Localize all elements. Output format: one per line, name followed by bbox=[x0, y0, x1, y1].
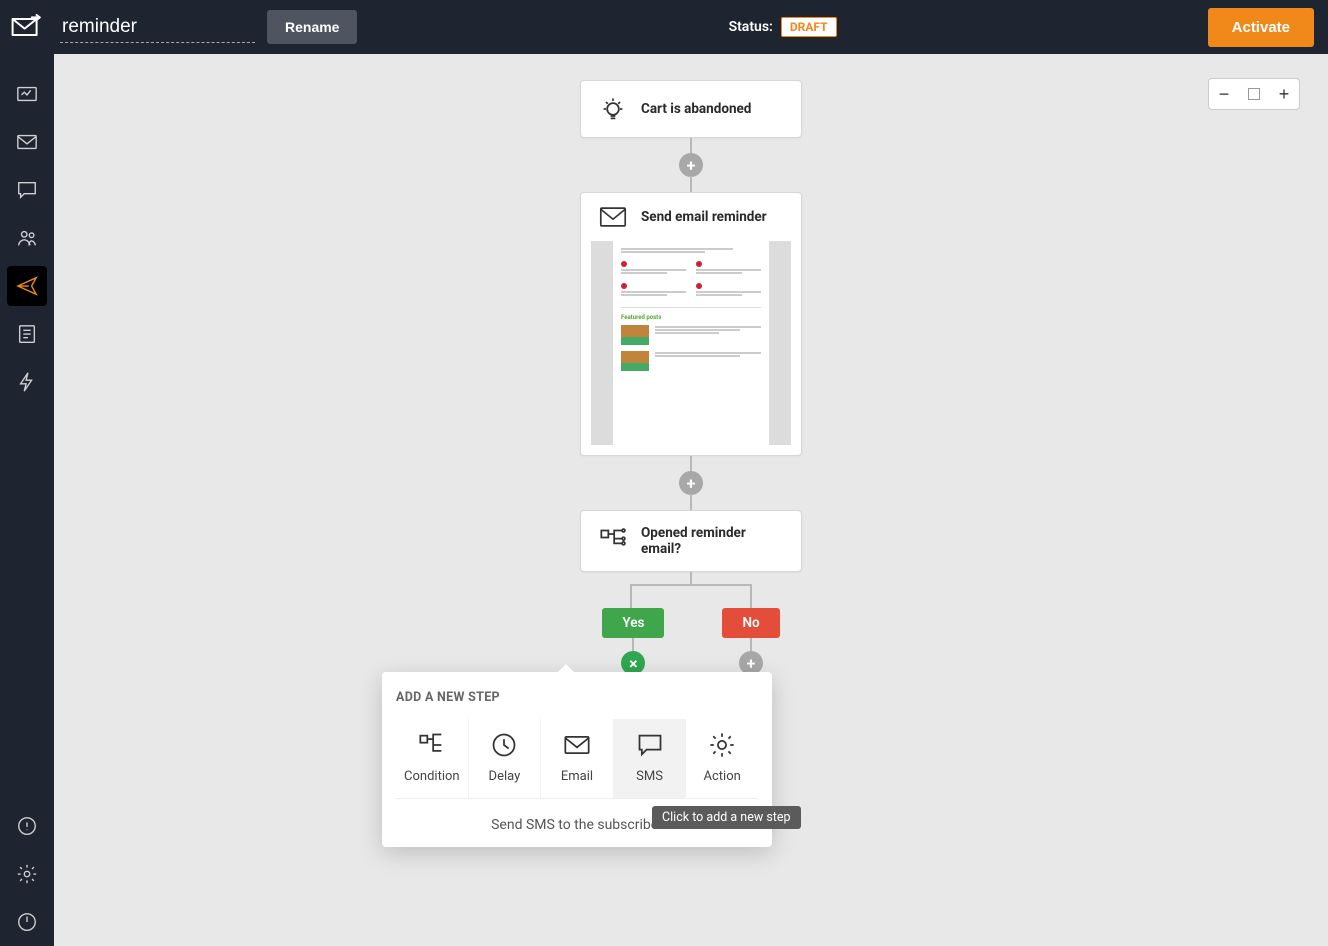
sidebar-item-help[interactable] bbox=[7, 806, 47, 846]
connector-line bbox=[690, 456, 692, 472]
add-step-popover: ADD A NEW STEP Condition Delay Email SMS… bbox=[382, 672, 772, 847]
tooltip: Click to add a new step bbox=[652, 806, 801, 829]
sidebar-item-campaigns[interactable] bbox=[7, 122, 47, 162]
zoom-out-button[interactable]: − bbox=[1209, 79, 1239, 109]
condition-branches: Yes × No + bbox=[602, 608, 779, 674]
yes-branch: Yes × bbox=[602, 608, 664, 674]
email-step-card[interactable]: Send email reminder Featured posts bbox=[580, 192, 802, 456]
step-option-sms[interactable]: SMS bbox=[614, 719, 687, 799]
workflow-flow: Cart is abandoned + Send email reminder bbox=[580, 80, 802, 674]
condition-card[interactable]: Opened reminder email? bbox=[580, 510, 802, 572]
connector-line bbox=[632, 638, 634, 652]
workflow-name-input[interactable] bbox=[60, 12, 255, 43]
step-option-label: SMS bbox=[636, 769, 663, 784]
step-option-label: Action bbox=[704, 769, 741, 784]
step-option-condition[interactable]: Condition bbox=[396, 719, 469, 799]
mail-icon bbox=[563, 731, 591, 759]
trigger-card[interactable]: Cart is abandoned bbox=[580, 80, 802, 138]
step-option-email[interactable]: Email bbox=[541, 719, 614, 799]
email-preview-thumbnail: Featured posts bbox=[591, 241, 791, 445]
no-branch: No + bbox=[722, 608, 779, 674]
step-option-label: Condition bbox=[404, 769, 460, 784]
step-option-label: Delay bbox=[489, 769, 521, 784]
yes-pill[interactable]: Yes bbox=[602, 608, 664, 638]
step-option-action[interactable]: Action bbox=[686, 719, 758, 799]
top-header: Rename Status: DRAFT Activate bbox=[0, 0, 1328, 54]
chat-icon bbox=[636, 731, 664, 759]
condition-icon bbox=[599, 527, 627, 555]
rename-button[interactable]: Rename bbox=[267, 10, 357, 44]
lightbulb-icon bbox=[599, 95, 627, 123]
zoom-controls: − + bbox=[1208, 78, 1300, 110]
trigger-title: Cart is abandoned bbox=[641, 101, 751, 117]
connector-line bbox=[690, 176, 692, 192]
sidebar-item-automations[interactable] bbox=[7, 266, 47, 306]
step-options: Condition Delay Email SMS Action bbox=[396, 719, 758, 799]
sidebar-item-forms[interactable] bbox=[7, 314, 47, 354]
sidebar-item-dashboard[interactable] bbox=[7, 74, 47, 114]
connector-line bbox=[690, 138, 692, 154]
add-step-button[interactable]: + bbox=[679, 471, 703, 495]
sidebar-item-settings[interactable] bbox=[7, 854, 47, 894]
popover-title: ADD A NEW STEP bbox=[396, 690, 758, 705]
step-option-delay[interactable]: Delay bbox=[469, 719, 542, 799]
condition-icon bbox=[418, 731, 446, 759]
zoom-fit-button[interactable] bbox=[1239, 79, 1269, 109]
status-badge: DRAFT bbox=[781, 17, 837, 37]
left-sidebar bbox=[0, 54, 54, 946]
connector-line bbox=[750, 638, 752, 652]
gear-icon bbox=[708, 731, 736, 759]
connector-line bbox=[690, 494, 692, 510]
workflow-canvas[interactable]: − + Cart is abandoned + Send email remin… bbox=[54, 54, 1328, 946]
activate-button[interactable]: Activate bbox=[1208, 8, 1314, 47]
status-label: Status: bbox=[729, 19, 773, 35]
zoom-in-button[interactable]: + bbox=[1269, 79, 1299, 109]
sidebar-item-chat[interactable] bbox=[7, 170, 47, 210]
add-step-button[interactable]: + bbox=[679, 153, 703, 177]
clock-icon bbox=[490, 731, 518, 759]
sidebar-item-integrations[interactable] bbox=[7, 362, 47, 402]
mail-icon bbox=[599, 207, 627, 227]
step-option-label: Email bbox=[561, 769, 593, 784]
sidebar-item-contacts[interactable] bbox=[7, 218, 47, 258]
sidebar-item-logout[interactable] bbox=[7, 902, 47, 942]
status-indicator: Status: DRAFT bbox=[729, 17, 837, 37]
email-step-title: Send email reminder bbox=[641, 209, 767, 225]
no-pill[interactable]: No bbox=[722, 608, 779, 638]
app-logo bbox=[0, 0, 54, 54]
branch-connector bbox=[630, 572, 752, 608]
condition-title: Opened reminder email? bbox=[641, 525, 783, 557]
